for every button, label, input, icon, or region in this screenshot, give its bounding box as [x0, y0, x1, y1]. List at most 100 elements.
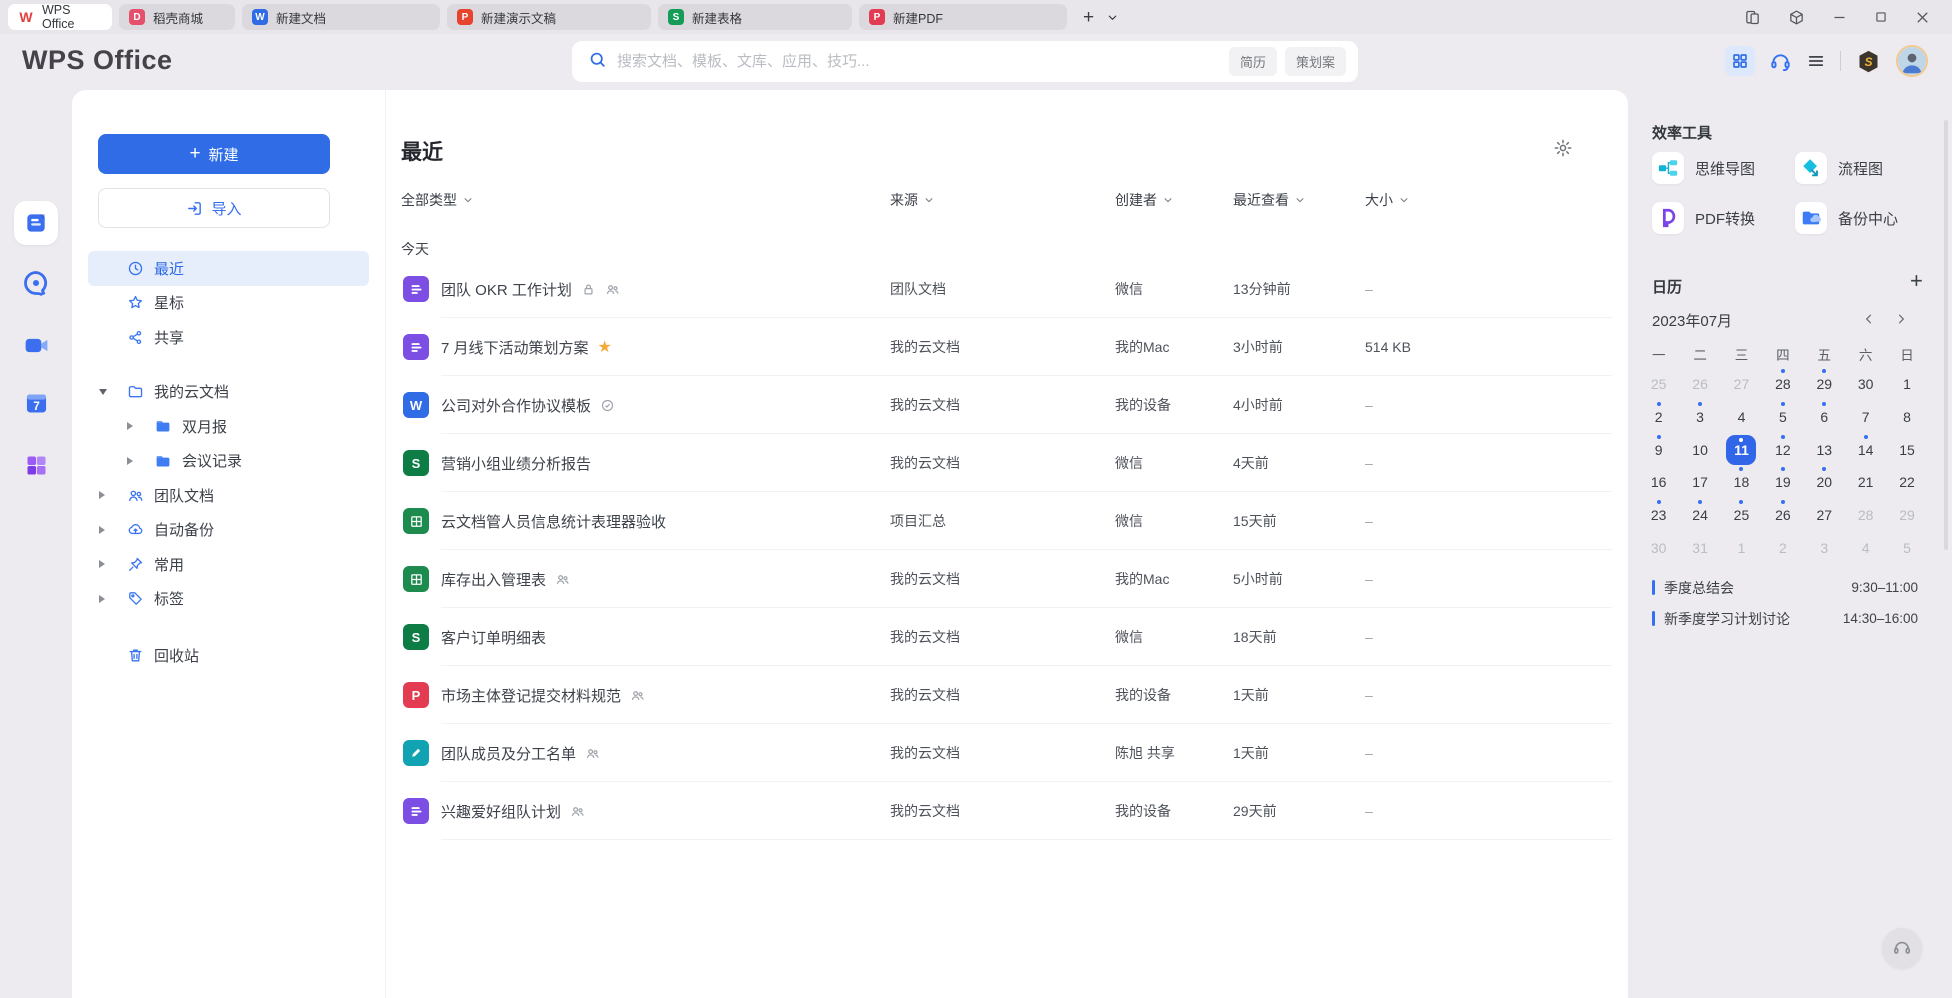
tool-flowchart[interactable]: 流程图 [1795, 152, 1883, 184]
calendar-day[interactable]: 10 [1679, 433, 1720, 466]
calendar-day[interactable]: 13 [1804, 433, 1845, 466]
file-row[interactable]: S 客户订单明细表 我的云文档 微信 18天前 – [387, 608, 1612, 666]
calendar-day[interactable]: 26 [1679, 368, 1720, 401]
vip-badge-icon[interactable]: S [1855, 48, 1882, 75]
calendar-day[interactable]: 3 [1804, 531, 1845, 564]
calendar-day[interactable]: 19 [1762, 466, 1803, 499]
chevron-collapsed-icon[interactable] [99, 526, 125, 534]
new-tab-button[interactable]: + [1083, 8, 1094, 27]
search-bar[interactable]: 简历策划案 [572, 41, 1358, 82]
rail-meeting-icon[interactable] [18, 327, 54, 363]
sidebar-item-my-cloud-docs[interactable]: 我的云文档 [88, 375, 369, 410]
calendar-day-selected[interactable]: 11 [1721, 433, 1762, 466]
file-row[interactable]: W 公司对外合作协议模板 我的云文档 我的设备 4小时前 – [387, 376, 1612, 434]
tab-new-doc[interactable]: W 新建文档 [242, 4, 440, 30]
calendar-day[interactable]: 31 [1679, 531, 1720, 564]
search-tag-0[interactable]: 简历 [1229, 47, 1277, 76]
filter-size[interactable]: 大小 [1365, 190, 1409, 210]
tab-new-slides[interactable]: P 新建演示文稿 [447, 4, 651, 30]
calendar-day[interactable]: 7 [1845, 401, 1886, 434]
calendar-day[interactable]: 4 [1721, 401, 1762, 434]
chevron-collapsed-icon[interactable] [99, 595, 125, 603]
filter-creator[interactable]: 创建者 [1115, 190, 1173, 210]
tool-pdf-convert[interactable]: PDF转换 [1652, 202, 1755, 234]
calendar-day[interactable]: 1 [1721, 531, 1762, 564]
sidebar-item-shared[interactable]: 共享 [88, 320, 369, 355]
calendar-day[interactable]: 14 [1845, 433, 1886, 466]
rail-calendar-icon[interactable]: 7 [18, 385, 54, 421]
close-icon[interactable] [1915, 10, 1930, 25]
filter-type[interactable]: 全部类型 [401, 190, 473, 210]
calendar-day[interactable]: 16 [1638, 466, 1679, 499]
calendar-day[interactable]: 28 [1845, 499, 1886, 532]
calendar-day[interactable]: 25 [1638, 368, 1679, 401]
import-button[interactable]: 导入 [98, 188, 330, 228]
calendar-day[interactable]: 9 [1638, 433, 1679, 466]
sidebar-item-tags[interactable]: 标签 [88, 582, 369, 617]
calendar-event[interactable]: 新季度学习计划讨论 14:30–16:00 [1652, 603, 1918, 634]
search-tag-1[interactable]: 策划案 [1285, 47, 1346, 76]
file-row[interactable]: S 营销小组业绩分析报告 我的云文档 微信 4天前 – [387, 434, 1612, 492]
sidebar-item-recent[interactable]: 最近 [88, 251, 369, 286]
file-row[interactable]: 云文档管人员信息统计表理器验收 项目汇总 微信 15天前 – [387, 492, 1612, 550]
calendar-day[interactable]: 5 [1762, 401, 1803, 434]
file-row[interactable]: 兴趣爱好组队计划 我的云文档 我的设备 29天前 – [387, 782, 1612, 840]
tab-wps-home[interactable]: W WPS Office [8, 4, 112, 30]
chevron-collapsed-icon[interactable] [127, 422, 153, 430]
calendar-day[interactable]: 25 [1721, 499, 1762, 532]
search-input[interactable] [617, 53, 1229, 70]
calendar-day[interactable]: 1 [1886, 368, 1927, 401]
support-float-button[interactable] [1882, 928, 1922, 968]
sidebar-item-meeting-notes[interactable]: 会议记录 [88, 444, 369, 479]
calendar-day[interactable]: 4 [1845, 531, 1886, 564]
calendar-day[interactable]: 8 [1886, 401, 1927, 434]
settings-gear-icon[interactable] [1553, 138, 1573, 163]
file-row[interactable]: 7 月线下活动策划方案★ 我的云文档 我的Mac 3小时前 514 KB [387, 318, 1612, 376]
calendar-day[interactable]: 6 [1804, 401, 1845, 434]
calendar-day[interactable]: 26 [1762, 499, 1803, 532]
calendar-day[interactable]: 5 [1886, 531, 1927, 564]
calendar-day[interactable]: 29 [1886, 499, 1927, 532]
new-document-button[interactable]: + 新建 [98, 134, 330, 174]
calendar-day[interactable]: 12 [1762, 433, 1803, 466]
tool-backup-center[interactable]: 备份中心 [1795, 202, 1898, 234]
tab-new-pdf[interactable]: P 新建PDF [859, 4, 1067, 30]
rail-documents-icon[interactable] [14, 201, 58, 245]
avatar[interactable] [1896, 45, 1928, 77]
calendar-next-icon[interactable] [1894, 312, 1908, 326]
menu-icon[interactable] [1806, 51, 1826, 71]
calendar-day[interactable]: 29 [1804, 368, 1845, 401]
sidebar-item-team-docs[interactable]: 团队文档 [88, 478, 369, 513]
calendar-day[interactable]: 23 [1638, 499, 1679, 532]
rail-apps-icon[interactable] [18, 447, 54, 483]
support-headset-icon[interactable] [1769, 50, 1792, 73]
calendar-day[interactable]: 30 [1638, 531, 1679, 564]
calendar-add-icon[interactable]: + [1910, 270, 1923, 292]
sidebar-item-trash[interactable]: 回收站 [88, 638, 369, 673]
calendar-day[interactable]: 27 [1804, 499, 1845, 532]
chevron-collapsed-icon[interactable] [127, 457, 153, 465]
calendar-event[interactable]: 季度总结会 9:30–11:00 [1652, 572, 1918, 603]
filter-source[interactable]: 来源 [890, 190, 934, 210]
maximize-icon[interactable] [1874, 10, 1888, 24]
tab-list-chevron-icon[interactable] [1107, 12, 1118, 23]
file-row[interactable]: 团队 OKR 工作计划 团队文档 微信 13分钟前 – [387, 260, 1612, 318]
sidebar-item-frequent[interactable]: 常用 [88, 547, 369, 582]
calendar-day[interactable]: 27 [1721, 368, 1762, 401]
apps-grid-icon[interactable] [1725, 46, 1755, 76]
calendar-prev-icon[interactable] [1862, 312, 1876, 326]
file-row[interactable]: 库存出入管理表 我的云文档 我的Mac 5小时前 – [387, 550, 1612, 608]
tool-mindmap[interactable]: 思维导图 [1652, 152, 1755, 184]
calendar-day[interactable]: 30 [1845, 368, 1886, 401]
sidebar-item-bimonthly-report[interactable]: 双月报 [88, 409, 369, 444]
calendar-day[interactable]: 15 [1886, 433, 1927, 466]
calendar-day[interactable]: 21 [1845, 466, 1886, 499]
calendar-day[interactable]: 2 [1762, 531, 1803, 564]
chevron-collapsed-icon[interactable] [99, 491, 125, 499]
device-icon[interactable] [1744, 9, 1761, 26]
chevron-collapsed-icon[interactable] [99, 560, 125, 568]
calendar-day[interactable]: 28 [1762, 368, 1803, 401]
calendar-day[interactable]: 2 [1638, 401, 1679, 434]
calendar-day[interactable]: 18 [1721, 466, 1762, 499]
calendar-day[interactable]: 22 [1886, 466, 1927, 499]
